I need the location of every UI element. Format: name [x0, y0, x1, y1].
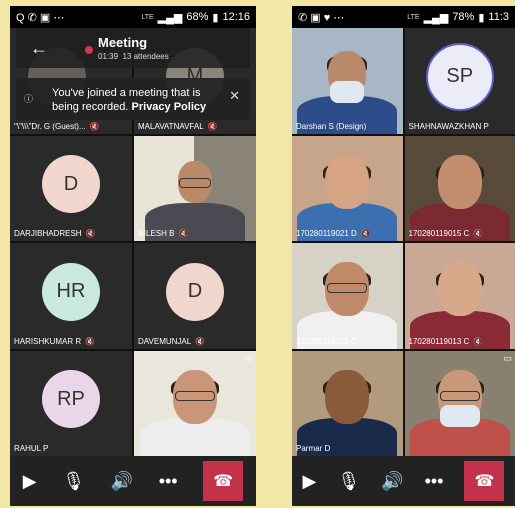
- participant-tile[interactable]: 170280119015 C 🔇: [404, 135, 515, 241]
- battery-percent: 78%: [452, 11, 475, 23]
- privacy-policy-link[interactable]: Privacy Policy: [132, 101, 207, 113]
- info-icon: ⓘ: [24, 94, 34, 104]
- carrier-label: LTE: [407, 13, 420, 21]
- recording-indicator: [85, 46, 93, 54]
- avatar: RP: [42, 370, 100, 429]
- video-feed: [292, 136, 403, 241]
- screen-share-icon: ▭: [244, 352, 253, 363]
- back-arrow-icon[interactable]: ←: [30, 38, 48, 59]
- video-feed: [134, 135, 256, 241]
- mic-off-icon: 🔇: [473, 229, 484, 238]
- clock: 11:3: [488, 11, 509, 23]
- call-controls: ▶ 🎙 🔊 ••• ☎: [292, 456, 515, 506]
- video-feed: [405, 243, 515, 349]
- end-call-button[interactable]: ☎: [203, 461, 244, 501]
- screen-share-icon: ▭: [503, 352, 512, 363]
- participant-name: NILESH B: [138, 229, 175, 238]
- video-feed: [405, 136, 515, 241]
- participant-name: MALAVATNAVFAL: [138, 121, 204, 131]
- mic-off-icon: 🔇: [85, 229, 96, 238]
- participant-name: 170280119013 C: [408, 336, 470, 346]
- avatar: D: [42, 155, 100, 214]
- speaker-icon[interactable]: 🔊: [111, 471, 133, 492]
- participant-name: 170280119015 C: [408, 229, 470, 238]
- participant-name: Parmar D: [296, 444, 331, 453]
- participant-tile[interactable]: 170280119021 D 🔇: [292, 135, 403, 241]
- participant-tile[interactable]: D DARJIBHADRESH 🔇: [10, 135, 132, 241]
- clock: 12:16: [222, 11, 250, 23]
- meeting-header: ← Meeting 01:39 13 attendees: [16, 28, 250, 68]
- mic-off-icon: 🔇: [178, 229, 189, 238]
- speaker-icon[interactable]: 🔊: [381, 471, 403, 492]
- carrier-label: LTE: [141, 13, 154, 21]
- call-controls: ▶ 🎙 🔊 ••• ☎: [10, 456, 256, 506]
- video-feed: [134, 351, 256, 456]
- meeting-title: Meeting: [98, 35, 148, 50]
- participant-tile[interactable]: Darshan S (Design): [292, 28, 403, 134]
- mic-off-icon: 🔇: [195, 336, 206, 346]
- meeting-meta: 01:39 13 attendees: [98, 52, 169, 61]
- participant-tile[interactable]: RP RAHUL P: [10, 350, 132, 456]
- participant-name: 170280119012 C: [296, 336, 357, 346]
- video-grid: Darshan S (Design) SP SHAHNAWAZKHAN P 17…: [292, 28, 515, 456]
- battery-percent: 68%: [186, 11, 209, 23]
- participant-tile[interactable]: Parmar D: [292, 350, 403, 456]
- close-icon[interactable]: ✕: [229, 88, 240, 104]
- status-bar: ✆ ▣ ♥ ⋯ LTE ▂▄▆ 78% ▮ 11:3: [292, 6, 515, 28]
- battery-icon: ▮: [478, 11, 485, 24]
- phone-screen-right: ✆ ▣ ♥ ⋯ LTE ▂▄▆ 78% ▮ 11:3 Darshan S (De…: [292, 6, 515, 506]
- mic-off-icon: 🔇: [89, 121, 100, 131]
- end-call-button[interactable]: ☎: [464, 461, 505, 501]
- microphone-off-icon[interactable]: 🎙: [337, 471, 360, 492]
- participant-name: DAVEMUNJAL: [138, 336, 192, 346]
- participant-tile[interactable]: HR HARISHKUMAR R 🔇: [10, 243, 132, 349]
- mic-off-icon: 🔇: [360, 229, 371, 238]
- participant-name: RAHUL P: [14, 444, 49, 453]
- meeting-elapsed: 01:39: [98, 52, 119, 61]
- microphone-icon[interactable]: 🎙: [62, 471, 85, 492]
- video-feed: [292, 243, 403, 349]
- video-feed: [405, 351, 515, 456]
- more-options-icon[interactable]: •••: [159, 471, 178, 492]
- camera-icon[interactable]: ▶: [302, 471, 316, 492]
- participant-name: Darshan S (Design): [296, 121, 367, 131]
- phone-screen-left: Q ✆ ▣ ⋯ LTE ▂▄▆ 68% ▮ 12:16 "\"\\\"Dr. G…: [10, 6, 256, 506]
- participant-tile[interactable]: NILESH B 🔇: [134, 135, 256, 241]
- signal-icon: ▂▄▆: [423, 11, 449, 24]
- mic-off-icon: 🔇: [207, 121, 218, 131]
- status-icons: Q ✆ ▣ ⋯: [16, 11, 65, 24]
- participant-tile[interactable]: D DAVEMUNJAL 🔇: [134, 243, 256, 349]
- participant-tile[interactable]: ▭: [404, 350, 515, 456]
- participant-name: SHAHNAWAZKHAN P: [408, 121, 489, 131]
- video-feed: [292, 351, 403, 456]
- attendee-count: 13 attendees: [122, 52, 169, 61]
- recording-banner: ⓘ You've joined a meeting that is being …: [16, 78, 250, 120]
- avatar: HR: [42, 262, 100, 321]
- signal-icon: ▂▄▆: [157, 11, 183, 24]
- participant-name: "\"\\\"Dr. G (Guest)...: [14, 121, 86, 131]
- participant-tile[interactable]: 170280119012 C: [292, 243, 403, 349]
- mic-off-icon: 🔇: [85, 336, 96, 346]
- participant-tile[interactable]: SP SHAHNAWAZKHAN P: [404, 28, 515, 134]
- status-icons: ✆ ▣ ♥ ⋯: [298, 11, 345, 24]
- participant-tile[interactable]: 170280119013 C 🔇: [404, 243, 515, 349]
- participant-tile[interactable]: ▭: [134, 350, 256, 456]
- battery-icon: ▮: [212, 11, 219, 24]
- participant-name: 170280119021 D: [296, 229, 357, 238]
- avatar: D: [166, 262, 224, 321]
- camera-icon[interactable]: ▶: [23, 471, 37, 492]
- mic-off-icon: 🔇: [473, 336, 484, 346]
- participant-name: HARISHKUMAR R: [14, 336, 82, 346]
- banner-text: You've joined a meeting that is being re…: [52, 87, 207, 113]
- avatar: SP: [425, 42, 494, 111]
- video-feed: [292, 28, 403, 134]
- status-bar: Q ✆ ▣ ⋯ LTE ▂▄▆ 68% ▮ 12:16: [10, 6, 256, 28]
- participant-name: DARJIBHADRESH: [14, 229, 82, 238]
- more-options-icon[interactable]: •••: [425, 471, 444, 492]
